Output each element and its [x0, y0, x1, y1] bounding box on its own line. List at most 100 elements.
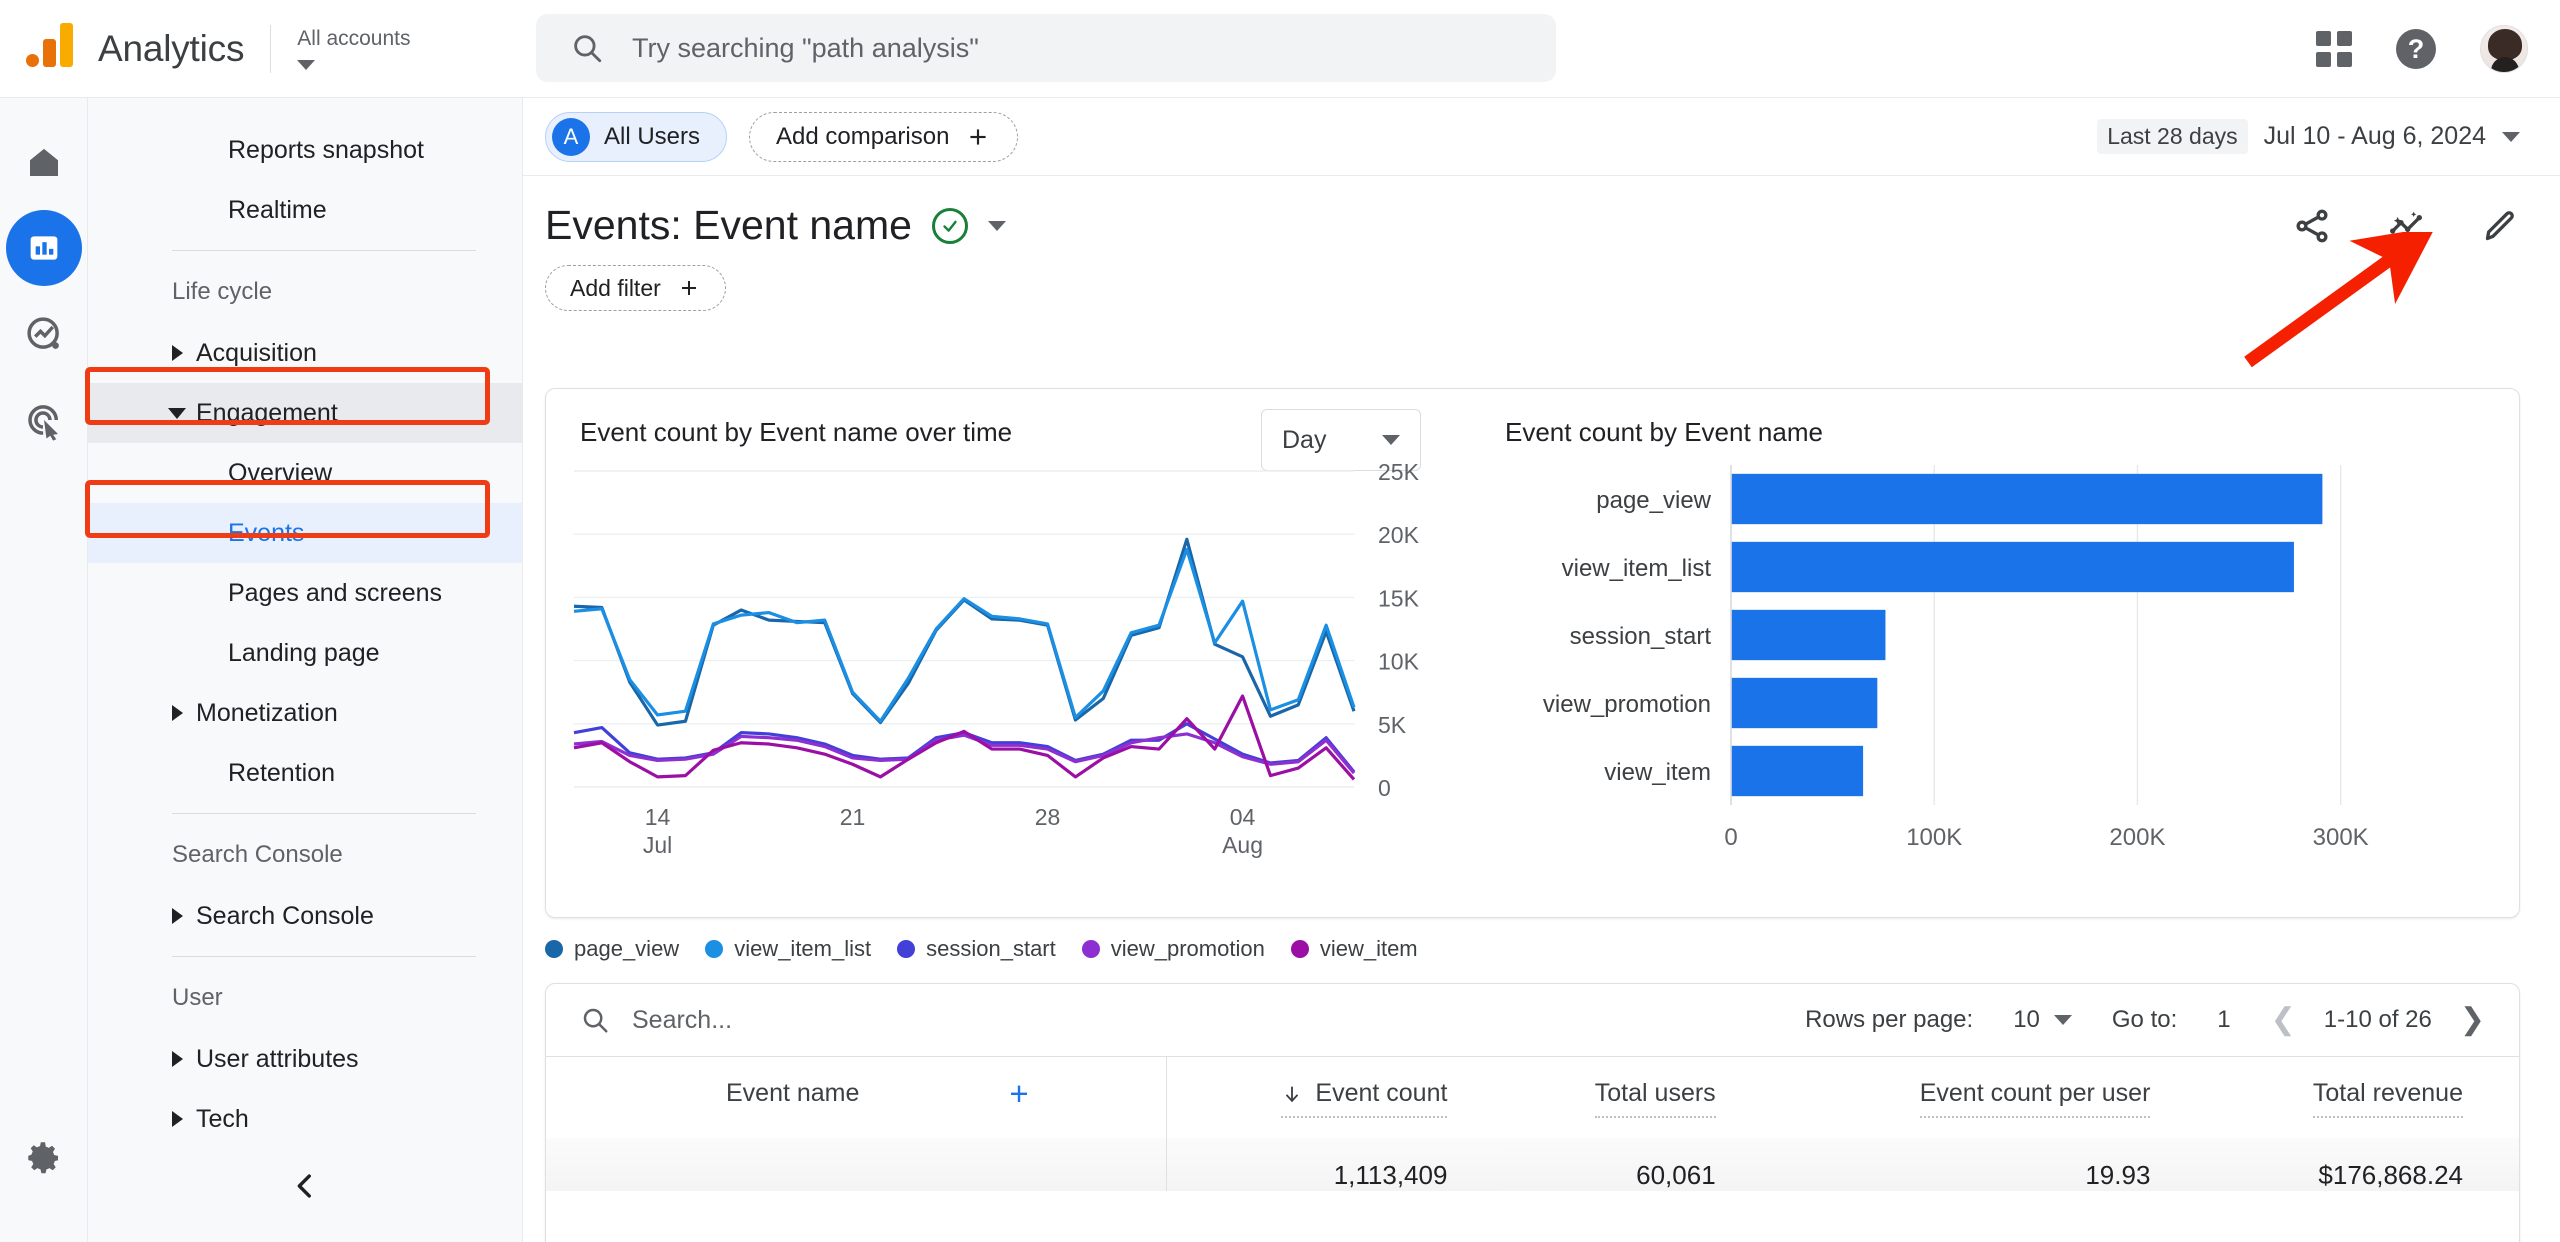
sidebar-item-retention[interactable]: Retention [88, 743, 522, 803]
legend-label: view_item [1319, 936, 1418, 961]
sidebar-item-acquisition[interactable]: Acquisition [88, 323, 522, 383]
chevron-right-icon [172, 705, 183, 721]
svg-text:21: 21 [840, 804, 866, 830]
legend-item[interactable]: view_promotion [1081, 936, 1265, 962]
gear-icon[interactable] [6, 1120, 82, 1196]
svg-text:04: 04 [1230, 804, 1256, 830]
svg-text:200K: 200K [2109, 824, 2165, 851]
date-range-text: Jul 10 - Aug 6, 2024 [2263, 122, 2486, 150]
rows-per-page-value: 10 [2013, 1006, 2040, 1033]
add-dimension-icon[interactable]: + [1009, 1077, 1028, 1110]
chevron-down-icon [1382, 435, 1400, 445]
legend-label: page_view [574, 936, 680, 961]
column-header-total-revenue[interactable]: Total revenue [2206, 1056, 2519, 1138]
date-range-preset: Last 28 days [2097, 119, 2248, 154]
chevron-down-icon [2502, 131, 2520, 142]
totals-total-users: 60,061 [1503, 1138, 1772, 1191]
sidebar-item-events[interactable]: Events [88, 503, 522, 563]
explore-icon[interactable] [6, 296, 82, 372]
sidebar-item-label: Reports snapshot [228, 135, 424, 164]
legend-label: view_item_list [734, 936, 872, 961]
add-filter-label: Add filter [570, 274, 661, 301]
help-icon[interactable]: ? [2396, 29, 2436, 69]
sidebar-item-search-console[interactable]: Search Console [88, 886, 522, 946]
legend-color-dot [1081, 940, 1100, 958]
sidebar-section-search-console: Search Console [172, 841, 343, 868]
svg-text:10K: 10K [1378, 649, 1420, 675]
column-header-event-name[interactable]: Event name + [546, 1056, 1167, 1138]
legend-item[interactable]: session_start [897, 936, 1056, 962]
legend-color-dot [545, 940, 563, 958]
date-range-selector[interactable]: Last 28 days Jul 10 - Aug 6, 2024 [2097, 119, 2520, 154]
divider [172, 956, 476, 957]
svg-text:Jul: Jul [643, 832, 672, 858]
bar-chart-panel: Event count by Event name 0 100K 200K 300K p… [1471, 389, 2519, 917]
page-title: Events: Event name [545, 202, 912, 248]
sidebar-item-realtime[interactable]: Realtime [88, 180, 522, 240]
pagination-prev-button[interactable]: ❮ [2271, 1005, 2296, 1035]
go-to-input[interactable]: 1 [2217, 1006, 2230, 1034]
home-icon[interactable] [6, 124, 82, 200]
all-users-chip[interactable]: A All Users [545, 111, 728, 162]
sidebar-item-label: Landing page [228, 638, 380, 667]
sidebar-item-monetization[interactable]: Monetization [88, 683, 522, 743]
sidebar-item-label: Engagement [196, 398, 338, 427]
table-search-input[interactable]: Search... [580, 1005, 732, 1035]
avatar[interactable] [2480, 25, 2528, 73]
go-to-label: Go to: [2111, 1006, 2178, 1033]
sidebar-item-label: Acquisition [196, 338, 317, 367]
sidebar-item-label: Search Console [196, 901, 374, 930]
sidebar-item-pages-and-screens[interactable]: Pages and screens [88, 563, 522, 623]
svg-text:0: 0 [1724, 824, 1737, 851]
pagination-next-button[interactable]: ❯ [2460, 1005, 2485, 1035]
grid-apps-icon[interactable] [2316, 31, 2352, 67]
sidebar-item-landing-page[interactable]: Landing page [88, 623, 522, 683]
column-header-label: Total users [1594, 1079, 1716, 1107]
svg-text:Aug: Aug [1222, 832, 1263, 858]
legend-item[interactable]: page_view [545, 936, 679, 962]
legend-item[interactable]: view_item [1290, 936, 1418, 962]
events-table-card: Search... Rows per page: 10 Go to: 1 ❮ 1… [545, 983, 2520, 1242]
svg-text:view_promotion: view_promotion [1543, 691, 1711, 718]
add-filter-button[interactable]: Add filter [545, 265, 726, 311]
report-title-row: Events: Event name Add filter [523, 176, 2560, 311]
sidebar-item-reports-snapshot[interactable]: Reports snapshot [88, 120, 522, 180]
sidebar-item-engagement[interactable]: Engagement [88, 383, 522, 443]
nav-collapse-button[interactable] [277, 1158, 333, 1214]
advertising-icon[interactable] [6, 382, 82, 458]
svg-text:0: 0 [1378, 775, 1391, 801]
report-actions [2292, 206, 2520, 251]
sidebar-item-tech[interactable]: Tech [88, 1089, 522, 1149]
account-selector-label: All accounts [297, 27, 411, 50]
account-selector[interactable]: All accounts [297, 27, 417, 70]
add-comparison-button[interactable]: Add comparison [749, 111, 1019, 162]
column-header-total-users[interactable]: Total users [1503, 1056, 1772, 1138]
svg-text:5K: 5K [1378, 712, 1407, 738]
column-header-event-count-per-user[interactable]: Event count per user [1771, 1056, 2207, 1138]
analytics-logo-icon [24, 21, 80, 77]
insights-icon[interactable] [2386, 206, 2426, 251]
table-header-row: Event name + Event count Total users Eve… [546, 1056, 2519, 1138]
svg-text:100K: 100K [1906, 824, 1962, 851]
rows-per-page-select[interactable]: 10 [2013, 1006, 2072, 1034]
sidebar-item-label: Realtime [228, 195, 327, 224]
sidebar-section-user: User [172, 984, 223, 1011]
title-chevron-down-icon[interactable] [987, 220, 1006, 231]
sidebar-item-overview[interactable]: Overview [88, 443, 522, 503]
svg-text:300K: 300K [2313, 824, 2369, 851]
sidebar-item-label: User attributes [196, 1044, 359, 1073]
column-header-event-count[interactable]: Event count [1166, 1056, 1504, 1138]
global-search-input[interactable]: Try searching "path analysis" [536, 14, 1556, 82]
column-header-label: Event count [1315, 1079, 1448, 1107]
edit-pencil-icon[interactable] [2480, 206, 2520, 251]
chevron-down-icon [297, 60, 316, 70]
legend-item[interactable]: view_item_list [705, 936, 871, 962]
add-comparison-label: Add comparison [776, 122, 950, 150]
sidebar-item-user-attributes[interactable]: User attributes [88, 1029, 522, 1089]
column-header-label: Event name [726, 1079, 860, 1107]
legend-color-dot [897, 940, 916, 958]
chevron-right-icon [172, 908, 183, 924]
share-icon[interactable] [2292, 206, 2332, 251]
table-search-placeholder: Search... [632, 1005, 733, 1034]
reports-icon[interactable] [5, 210, 82, 286]
